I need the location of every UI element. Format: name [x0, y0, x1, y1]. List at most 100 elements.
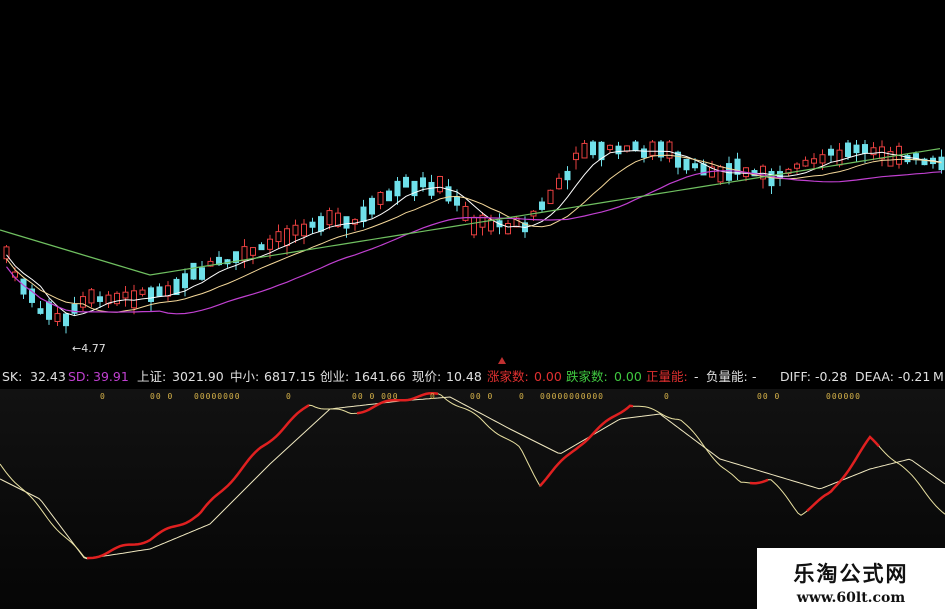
candle-up	[131, 290, 137, 309]
candle-down	[258, 244, 265, 251]
candle-up	[122, 291, 129, 299]
candle-down	[632, 141, 639, 152]
candle-up	[275, 231, 282, 243]
diff-value: -0.28	[815, 369, 848, 384]
candle-down	[37, 308, 44, 314]
positive-energy-value: -	[694, 369, 699, 384]
sme-index-label: 中小:	[230, 369, 260, 384]
candle-up	[292, 224, 299, 236]
low-price-label: ←4.77	[72, 342, 106, 355]
signal-marker: 0	[100, 392, 106, 401]
candle-up	[607, 144, 613, 151]
candle-down	[343, 216, 350, 229]
candle-up	[437, 176, 443, 193]
signal-marker: 00 0	[150, 392, 174, 401]
sh-index-value: 3021.90	[172, 369, 224, 384]
candle-up	[88, 289, 95, 304]
down-count-label: 跌家数:	[566, 369, 608, 384]
candle-up	[717, 166, 724, 183]
candle-down	[692, 163, 698, 169]
candle-up	[505, 222, 511, 235]
candle-up	[165, 285, 171, 297]
candle-down	[46, 301, 52, 320]
candle-up	[54, 313, 61, 323]
candle-down	[539, 201, 545, 210]
signal-marker: 00 0	[757, 392, 781, 401]
sk-line	[0, 392, 945, 559]
down-count-value: 0.00	[614, 369, 642, 384]
candle-down	[403, 176, 409, 188]
signal-marker: 000000	[826, 392, 861, 401]
candle-down	[658, 141, 664, 158]
sd-label: SD:	[68, 369, 90, 384]
status-bar: SK: 32.43 SD: 39.91 上证: 3021.90 中小: 6817…	[0, 367, 945, 387]
sd-line	[0, 396, 945, 560]
candle-up	[284, 228, 290, 246]
signal-marker: 0	[519, 392, 525, 401]
candle-down	[148, 287, 154, 302]
candle-up	[241, 246, 248, 262]
current-price-label: 现价:	[412, 369, 442, 384]
sh-index-label: 上证:	[137, 369, 167, 384]
positive-energy-label: 正量能:	[646, 369, 688, 384]
signal-marker: 0	[664, 392, 670, 401]
candle-down	[63, 313, 69, 327]
signal-marker: 00000000000	[540, 392, 604, 401]
candle-down	[182, 273, 188, 289]
sk-highlight-segment	[539, 404, 634, 487]
candle-up	[794, 163, 800, 169]
deaa-label: DEAA:	[855, 369, 894, 384]
candle-down	[318, 216, 324, 232]
candle-up	[811, 158, 817, 164]
candle-down	[768, 171, 775, 187]
signal-marker-row: 0 00 0 00000000 0 00 0 000 0 00 0 0 0000…	[0, 392, 945, 404]
signal-marker: 00000000	[194, 392, 241, 401]
candle-up	[377, 191, 384, 205]
gem-index-value: 1641.66	[354, 369, 406, 384]
candle-down	[904, 155, 911, 163]
candle-up	[139, 289, 146, 295]
ma-label: M	[933, 369, 944, 384]
candle-down	[199, 267, 205, 280]
sk-highlight-segment	[86, 404, 310, 560]
candle-down	[309, 221, 316, 228]
signal-marker: 0	[286, 392, 292, 401]
candle-down	[938, 156, 945, 171]
candle-down	[853, 144, 860, 154]
candle-up	[649, 141, 656, 156]
current-price-value: 10.48	[446, 369, 482, 384]
candle-up	[556, 177, 562, 190]
sk-highlight-segment	[749, 478, 769, 485]
candle-up	[250, 247, 256, 256]
up-count-value: 0.00	[534, 369, 562, 384]
candle-up	[547, 189, 554, 205]
candlestick-price-chart[interactable]	[0, 0, 945, 367]
sk-highlight-segment	[806, 435, 880, 512]
candle-down	[369, 197, 375, 215]
candle-down	[386, 190, 392, 202]
candle-up	[335, 212, 341, 227]
signal-marker: 0	[430, 392, 436, 401]
candle-down	[590, 141, 596, 156]
candle-down	[564, 170, 571, 181]
candle-down	[641, 148, 647, 158]
candle-up	[326, 210, 333, 226]
sk-label: SK:	[2, 369, 23, 384]
candle-up	[624, 145, 630, 152]
candle-down	[683, 158, 690, 171]
signal-marker: 00 0	[470, 392, 494, 401]
candle-down	[394, 180, 401, 197]
watermark-logo: 乐淘公式网 www.60lt.com	[757, 548, 945, 609]
candle-up	[802, 159, 809, 167]
sd-value: 39.91	[93, 369, 129, 384]
candle-down	[615, 145, 622, 155]
candle-down	[454, 196, 460, 206]
signal-marker: 00 0 000	[352, 392, 399, 401]
candle-up	[836, 149, 843, 166]
watermark-title: 乐淘公式网	[793, 561, 909, 586]
candle-up	[267, 238, 273, 250]
candle-down	[845, 142, 851, 157]
sme-index-value: 6817.15	[264, 369, 316, 384]
candle-down	[173, 278, 180, 296]
candle-up	[471, 216, 477, 236]
